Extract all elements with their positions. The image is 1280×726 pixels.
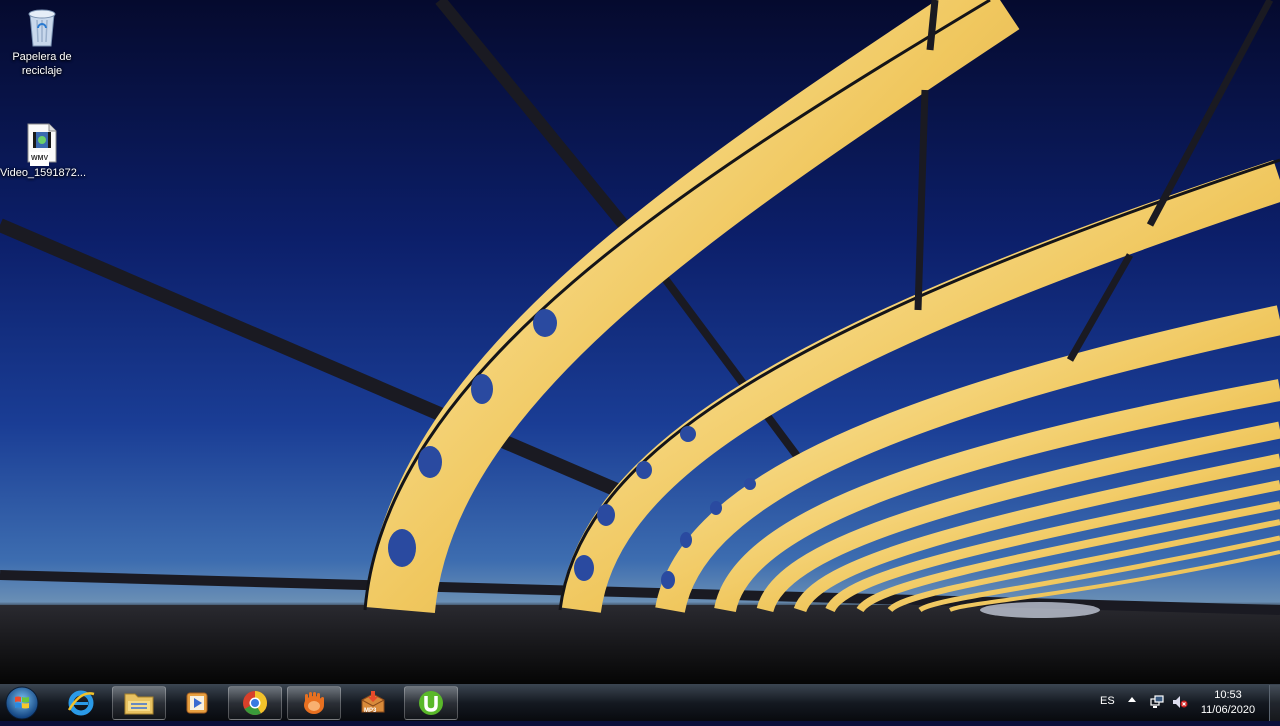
show-hidden-icons-icon[interactable] bbox=[1128, 697, 1136, 702]
volume-muted-icon[interactable] bbox=[1172, 695, 1188, 714]
desktop-icon-recycle-bin[interactable]: Papelera de reciclaje bbox=[0, 6, 84, 78]
taskbar-media-player-button[interactable] bbox=[170, 686, 224, 720]
wmv-badge: WMV bbox=[30, 152, 50, 166]
taskbar-ie-button[interactable] bbox=[54, 686, 108, 720]
mp3-badge: MP3 bbox=[364, 708, 377, 714]
language-indicator[interactable]: ES bbox=[1100, 695, 1115, 707]
windows-orb-icon bbox=[5, 686, 39, 720]
recycle-bin-icon bbox=[24, 6, 60, 47]
taskbar-chrome-button[interactable] bbox=[228, 686, 282, 720]
start-button[interactable] bbox=[3, 685, 41, 721]
desktop[interactable]: Papelera de reciclaje WMV Video_1591872.… bbox=[0, 0, 1280, 684]
taskbar-explorer-button[interactable] bbox=[112, 686, 166, 720]
clock-date: 11/06/2020 bbox=[1200, 704, 1256, 716]
taskbar-hand-app-button[interactable] bbox=[287, 686, 341, 720]
media-player-icon bbox=[186, 692, 208, 714]
folder-icon bbox=[124, 693, 154, 715]
taskbar: MP3 ES 10:53 11/06/2020 bbox=[0, 684, 1280, 721]
desktop-icon-video-file[interactable]: WMV Video_1591872... bbox=[0, 122, 87, 180]
desktop-icon-label: Papelera de reciclaje bbox=[12, 51, 72, 77]
show-desktop-button[interactable] bbox=[1269, 685, 1280, 721]
network-icon[interactable] bbox=[1150, 695, 1164, 714]
clock-time: 10:53 bbox=[1214, 689, 1242, 701]
chrome-icon bbox=[243, 691, 267, 716]
taskbar-utorrent-button[interactable] bbox=[404, 686, 458, 720]
ie-icon bbox=[67, 690, 95, 716]
wallpaper bbox=[0, 0, 1280, 684]
hand-app-icon bbox=[304, 692, 324, 714]
taskbar-mp3-button[interactable]: MP3 bbox=[346, 686, 400, 720]
desktop-icon-label: Video_1591872... bbox=[0, 167, 87, 179]
utorrent-icon bbox=[419, 691, 443, 715]
clock[interactable]: 10:53 11/06/2020 bbox=[1198, 688, 1258, 718]
